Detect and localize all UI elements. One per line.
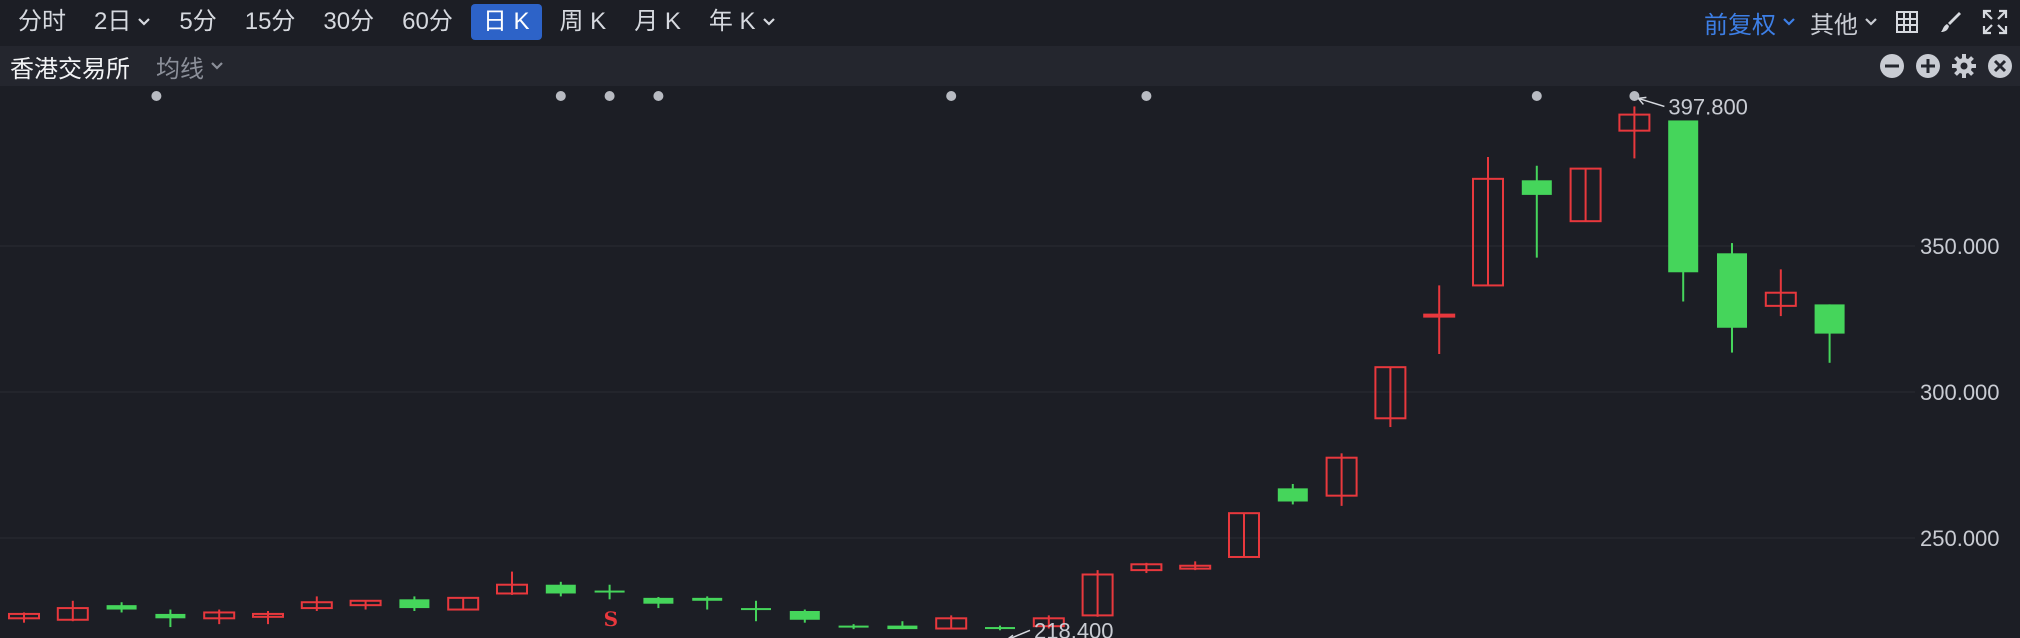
tab-label: 5分 (179, 8, 217, 35)
adjust-label: 前复权 (1704, 11, 1776, 39)
tab-period[interactable]: 5分 (169, 4, 226, 40)
candle-body (789, 611, 820, 620)
tab-period[interactable]: 月 K (624, 4, 691, 40)
grid-icon[interactable] (1892, 7, 1922, 37)
tab-period[interactable]: 60分 (392, 4, 463, 40)
candle-body (155, 613, 186, 619)
tab-label: 年 K (708, 8, 756, 35)
indicator-dropdown[interactable]: 均线 (156, 49, 224, 84)
brush-icon[interactable] (1936, 7, 1966, 37)
chevron-down-icon (1783, 18, 1795, 26)
candlestick-chart[interactable]: 350.000 300.000 250.000 S 397.800 218.400 (0, 86, 2020, 638)
chevron-down-icon (1865, 18, 1877, 26)
event-dot (151, 91, 162, 101)
tab-period[interactable]: 2日 (84, 4, 161, 40)
tab-period[interactable]: 周 K (550, 4, 617, 40)
period-toolbar: 分时 2日 5分 15分 30分 60分 日 K 周 K 月 K 年 K 前复权 其他 (0, 0, 2020, 44)
event-dot (946, 91, 957, 101)
tab-period[interactable]: 30分 (313, 4, 384, 40)
candle-body (399, 599, 430, 609)
candle-body (643, 597, 674, 604)
candle-body (838, 625, 869, 628)
candle-body (1668, 120, 1699, 273)
event-dot (604, 91, 615, 101)
close-icon[interactable] (1986, 52, 2014, 80)
candle-body (741, 608, 771, 611)
tab-label: 分时 (18, 8, 66, 35)
tab-period[interactable]: 日 K (470, 4, 542, 40)
candle-body (1521, 180, 1552, 195)
candle-body (985, 627, 1015, 630)
toolbar-right: 前复权 其他 (1704, 0, 2010, 44)
chart-header: 香港交易所 均线 (0, 46, 2020, 86)
tab-label: 2日 (94, 8, 132, 35)
y-tick-label: 250.000 (1920, 526, 2000, 551)
adjust-dropdown[interactable]: 前复权 (1704, 5, 1796, 40)
tab-label: 30分 (323, 8, 375, 35)
candle-body (106, 605, 137, 610)
chevron-down-icon (138, 18, 151, 26)
signal-marker: S (604, 607, 618, 631)
max-price-label: 397.800 (1668, 94, 1748, 119)
tab-label: 日 K (482, 8, 530, 35)
period-tabs: 分时 2日 5分 15分 30分 60分 日 K 周 K 月 K 年 K (0, 4, 786, 40)
event-dot (1629, 91, 1640, 101)
candle-body (1717, 253, 1747, 328)
chevron-down-icon (762, 18, 775, 26)
tab-period[interactable]: 分时 (8, 4, 76, 40)
tab-label: 15分 (244, 8, 296, 35)
candle-body (887, 625, 918, 630)
candle-body (1423, 313, 1456, 318)
fullscreen-icon[interactable] (1980, 7, 2010, 37)
y-tick-label: 350.000 (1920, 234, 2000, 259)
exchange-name: 香港交易所 (10, 55, 130, 83)
minus-icon[interactable] (1878, 52, 1906, 80)
event-dot (555, 91, 566, 101)
event-dot (1531, 91, 1542, 101)
tab-period[interactable]: 15分 (235, 4, 306, 40)
candle-body (692, 597, 723, 601)
indicator-label: 均线 (156, 55, 204, 83)
tab-label: 月 K (634, 8, 681, 35)
other-dropdown[interactable]: 其他 (1810, 5, 1878, 40)
chart-header-controls (1878, 46, 2014, 86)
candle-body (1277, 488, 1308, 502)
settings-icon[interactable] (1950, 52, 1978, 80)
plus-icon[interactable] (1914, 52, 1942, 80)
tab-period[interactable]: 年 K (699, 4, 786, 40)
tab-label: 60分 (402, 8, 453, 35)
candle-body (594, 590, 625, 593)
candle-body (1814, 304, 1845, 334)
other-label: 其他 (1810, 11, 1858, 39)
min-price-label: 218.400 (1034, 618, 1114, 638)
event-dot (1141, 91, 1152, 101)
tab-label: 周 K (559, 8, 607, 35)
y-tick-label: 300.000 (1920, 380, 2000, 405)
chevron-down-icon (211, 62, 223, 70)
candle-body (545, 584, 576, 594)
event-dot (653, 91, 664, 101)
